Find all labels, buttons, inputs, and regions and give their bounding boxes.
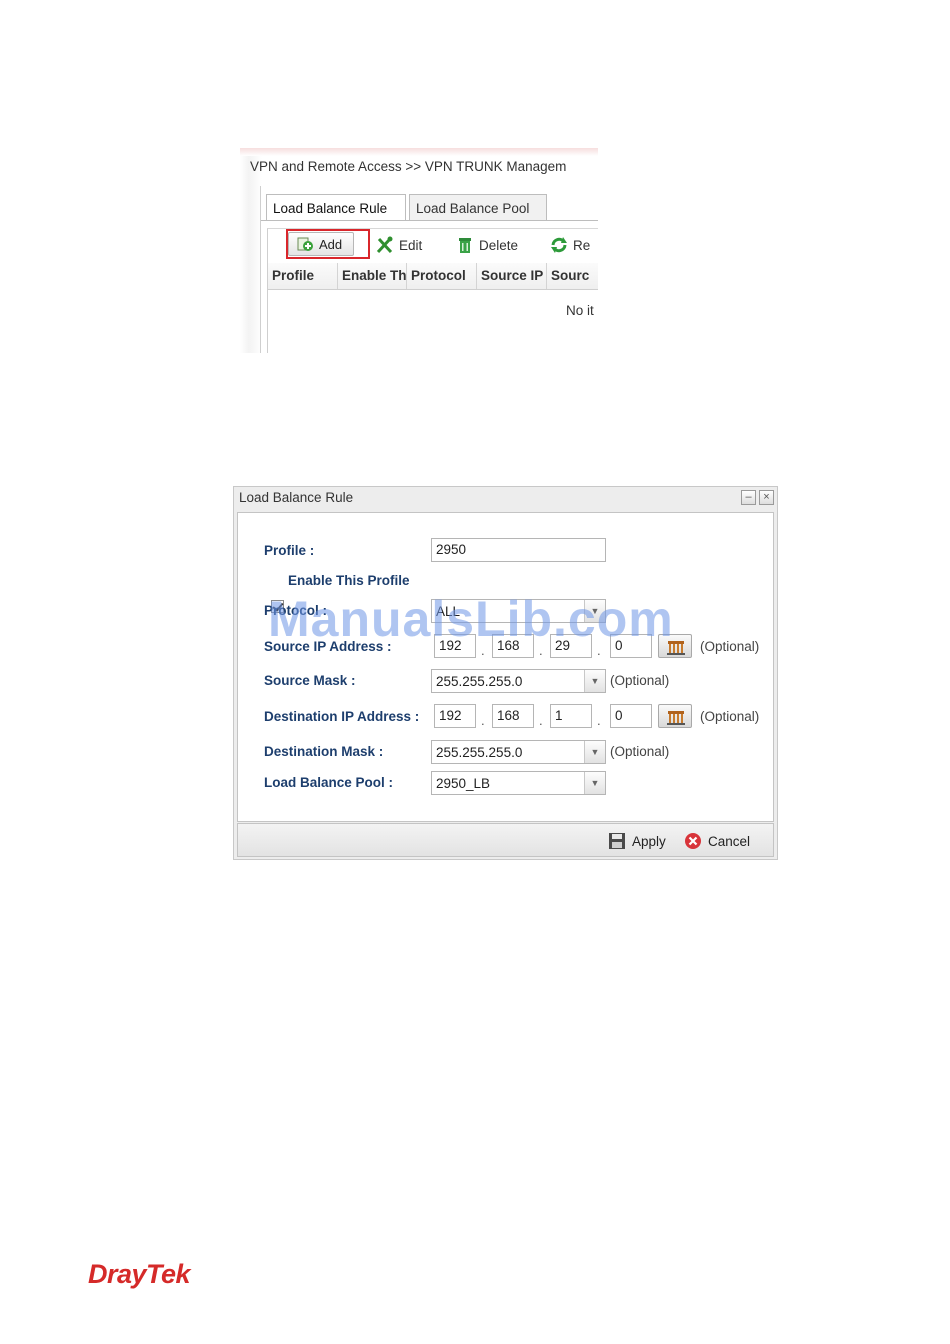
cancel-button[interactable]: Cancel	[684, 832, 750, 850]
minimize-icon[interactable]: –	[741, 490, 756, 505]
profile-input[interactable]: 2950	[431, 538, 606, 562]
source-mask-select[interactable]: 255.255.255.0 ▼	[431, 669, 606, 693]
edit-label: Edit	[399, 237, 423, 253]
column-header[interactable]: Sourc	[547, 263, 598, 289]
delete-label: Delete	[479, 237, 519, 253]
source-mask-label: Source Mask :	[264, 673, 356, 688]
title-bar-gradient	[240, 148, 598, 156]
destination-ip-octet[interactable]: 1	[550, 704, 592, 728]
destination-mask-optional: (Optional)	[610, 744, 670, 759]
column-header[interactable]: Profile	[268, 263, 338, 289]
column-header[interactable]: Enable Th	[338, 263, 407, 289]
tab-load-balance-rule[interactable]: Load Balance Rule	[266, 194, 406, 221]
load-balance-pool-value: 2950_LB	[436, 776, 491, 791]
load-balance-rule-list-screenshot: VPN and Remote Access >> VPN TRUNK Manag…	[240, 148, 598, 353]
cancel-icon	[685, 833, 701, 849]
apply-label: Apply	[632, 833, 666, 849]
load-balance-pool-label: Load Balance Pool :	[264, 775, 394, 790]
refresh-icon	[551, 237, 567, 253]
destination-mask-label: Destination Mask :	[264, 744, 384, 759]
delete-button[interactable]: Delete	[456, 233, 518, 257]
draytek-logo: DrayTek	[88, 1259, 191, 1289]
destination-ip-optional: (Optional)	[700, 709, 760, 724]
chevron-down-icon: ▼	[584, 741, 605, 763]
destination-mask-select[interactable]: 255.255.255.0 ▼	[431, 740, 606, 764]
destination-ip-octet[interactable]: 192	[434, 704, 476, 728]
add-button[interactable]: Add	[288, 232, 354, 256]
add-label: Add	[319, 236, 343, 252]
dialog-body: Profile : 2950 Enable This Profile Proto…	[237, 512, 774, 822]
grid-header: Profile Enable Th Protocol Source IP Sou…	[268, 263, 598, 290]
apply-button[interactable]: Apply	[608, 832, 666, 850]
trash-icon	[459, 238, 471, 253]
empty-grid-message: No it	[566, 303, 594, 318]
octet-separator: .	[539, 713, 543, 728]
enable-profile-label: Enable This Profile	[288, 573, 410, 588]
column-header[interactable]: Protocol	[407, 263, 477, 289]
load-balance-rule-dialog: Load Balance Rule – × Profile : 2950 Ena…	[233, 486, 778, 860]
window-controls: – ×	[741, 490, 774, 505]
watermark: ManualsLib.com	[268, 591, 674, 647]
refresh-button[interactable]: Re	[550, 233, 590, 257]
breadcrumb: VPN and Remote Access >> VPN TRUNK Manag…	[250, 159, 567, 174]
save-disk-icon	[609, 833, 625, 849]
dialog-title: Load Balance Rule	[239, 490, 354, 505]
destination-ip-picker-button[interactable]	[658, 704, 692, 728]
profile-label: Profile :	[264, 543, 315, 558]
edit-tools-icon	[376, 236, 393, 254]
refresh-label: Re	[573, 237, 591, 253]
source-ip-optional: (Optional)	[700, 639, 760, 654]
window-left-edge	[240, 156, 262, 353]
chevron-down-icon: ▼	[584, 772, 605, 794]
load-balance-pool-select[interactable]: 2950_LB ▼	[431, 771, 606, 795]
add-icon	[297, 237, 313, 251]
chevron-down-icon: ▼	[584, 670, 605, 692]
octet-separator: .	[481, 713, 485, 728]
edit-button[interactable]: Edit	[376, 233, 422, 257]
column-header[interactable]: Source IP	[477, 263, 547, 289]
dialog-footer: Apply Cancel	[237, 823, 774, 857]
source-mask-value: 255.255.255.0	[436, 674, 523, 689]
cancel-label: Cancel	[708, 833, 751, 849]
destination-ip-label: Destination IP Address :	[264, 709, 420, 724]
rule-grid: Add Edit Delete Re Profile Enable Th Pro…	[267, 228, 598, 353]
source-mask-optional: (Optional)	[610, 673, 670, 688]
tab-load-balance-pool[interactable]: Load Balance Pool	[409, 194, 547, 220]
destination-ip-octet[interactable]: 168	[492, 704, 534, 728]
destination-mask-value: 255.255.255.0	[436, 745, 523, 760]
destination-ip-octet[interactable]: 0	[610, 704, 652, 728]
octet-separator: .	[597, 713, 601, 728]
tab-divider	[261, 220, 598, 221]
close-icon[interactable]: ×	[759, 490, 774, 505]
content-panel: Load Balance Rule Load Balance Pool Add	[260, 186, 598, 353]
ip-object-icon	[667, 711, 685, 725]
